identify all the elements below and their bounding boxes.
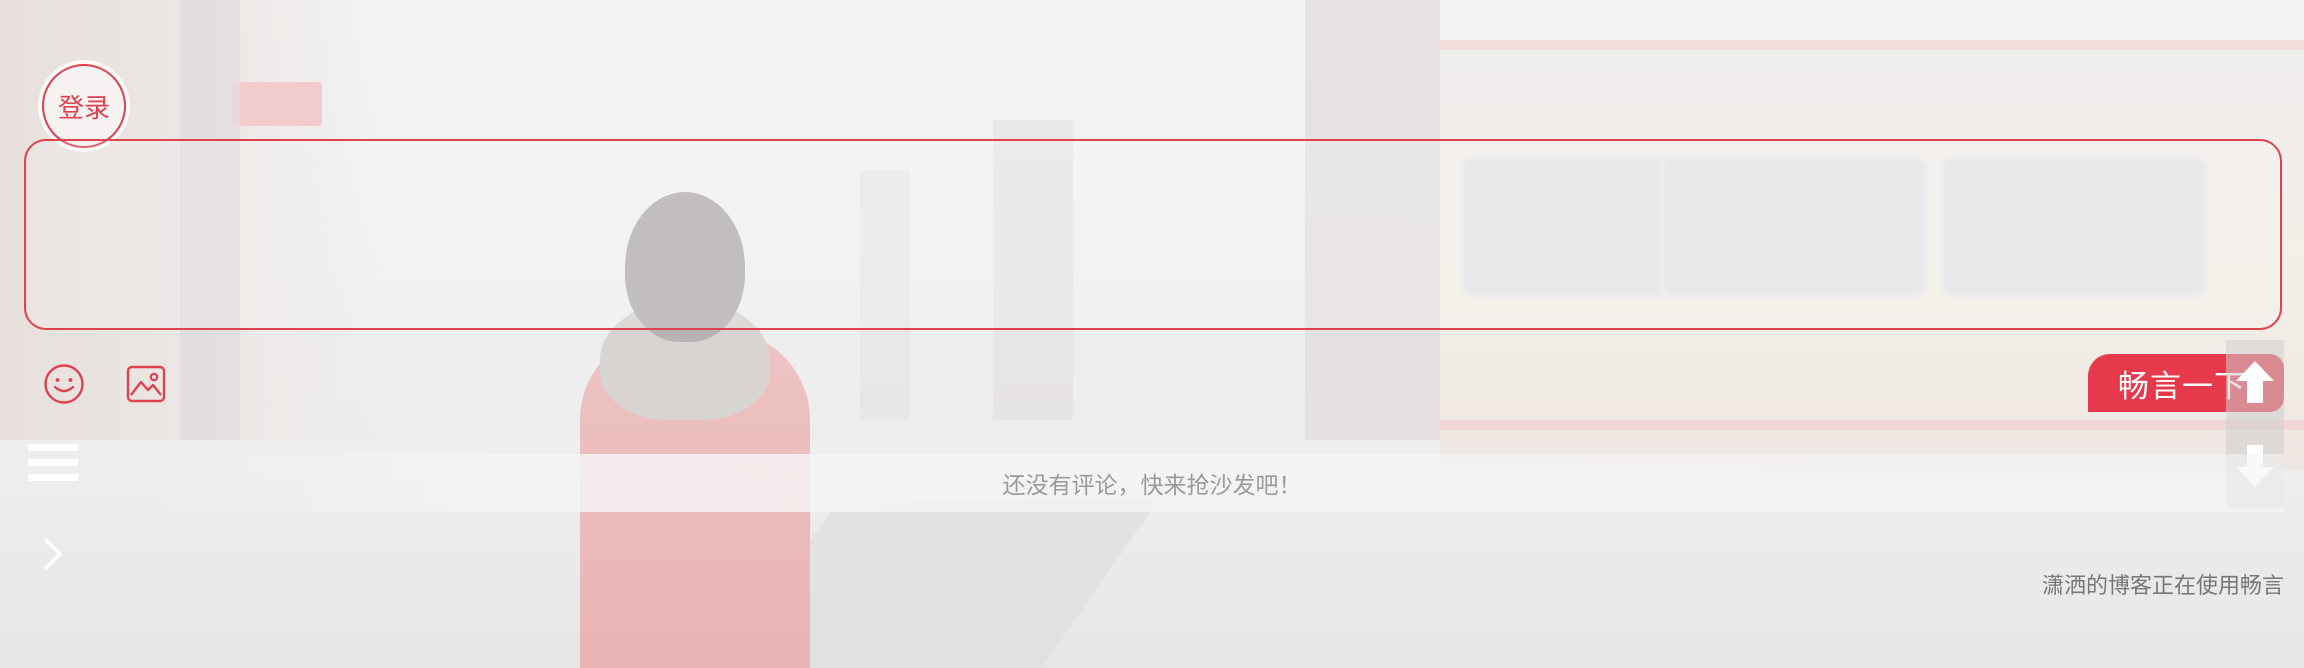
empty-comments-message: 还没有评论，快来抢沙发吧！: [1002, 472, 1302, 498]
scroll-to-top-button[interactable]: [2226, 340, 2284, 424]
chevron-right-icon[interactable]: [38, 534, 68, 574]
login-button[interactable]: 登录: [42, 64, 126, 148]
arrow-up-icon: [2236, 361, 2274, 403]
login-label: 登录: [57, 92, 110, 123]
comment-input[interactable]: [24, 139, 2282, 330]
image-icon[interactable]: [124, 362, 168, 406]
powered-by-text: 潇洒的博客正在使用畅言: [2041, 573, 2284, 598]
smiley-icon[interactable]: [42, 362, 86, 406]
background-photo: [0, 0, 2304, 668]
